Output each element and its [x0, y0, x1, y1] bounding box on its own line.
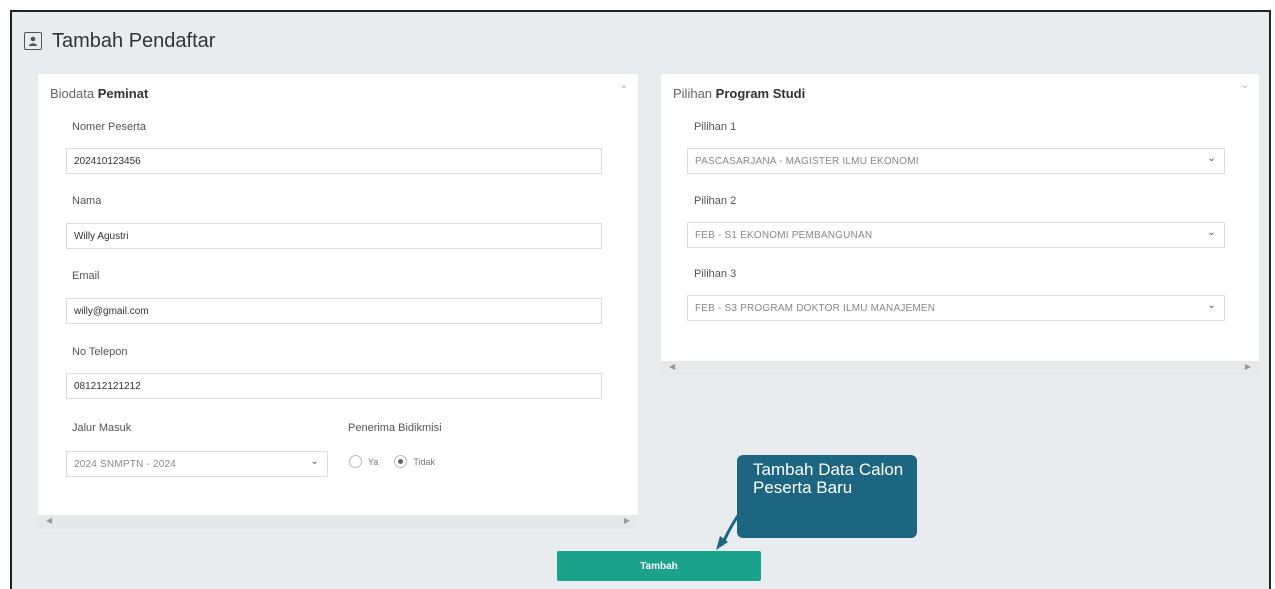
pilihan-1-select[interactable]: PASCASARJANA - MAGISTER ILMU EKONOMI ⌄ — [687, 148, 1225, 174]
scroll-right-icon[interactable]: ▶ — [624, 516, 630, 525]
telepon-label: No Telepon — [72, 346, 128, 358]
page-header: Tambah Pendaftar — [24, 27, 215, 55]
pilihan-2-label: Pilihan 2 — [694, 195, 737, 207]
bidikmisi-label: Penerima Bidikmisi — [348, 422, 442, 434]
radio-ya[interactable] — [349, 455, 362, 468]
nomer-peserta-label: Nomer Peserta — [72, 121, 146, 133]
chevron-down-icon[interactable]: ⌄ — [1241, 80, 1249, 91]
prodi-panel-title: Pilihan Program Studi — [673, 86, 806, 101]
pilihan-3-label: Pilihan 3 — [694, 268, 737, 280]
email-input[interactable]: willy@gmail.com — [66, 298, 602, 324]
chevron-down-icon: ⌄ — [1207, 300, 1216, 311]
user-card-icon — [24, 32, 42, 50]
pilihan-3-select[interactable]: FEB - S3 PROGRAM DOKTOR ILMU MANAJEMEN ⌄ — [687, 295, 1225, 321]
scroll-left-icon[interactable]: ◀ — [46, 516, 52, 525]
nomer-peserta-input[interactable]: 202410123456 — [66, 148, 602, 174]
scroll-right-icon[interactable]: ▶ — [1245, 362, 1251, 371]
pilihan-1-label: Pilihan 1 — [694, 121, 737, 133]
biodata-horizontal-scrollbar[interactable]: ◀ ▶ — [38, 515, 638, 529]
email-label: Email — [72, 270, 100, 282]
chevron-down-icon: ⌄ — [1207, 153, 1216, 164]
nama-label: Nama — [72, 195, 102, 207]
chevron-down-icon: ⌄ — [1207, 227, 1216, 238]
biodata-panel: Biodata Peminat ⌄ — [38, 74, 638, 515]
chevron-down-icon[interactable]: ⌄ — [620, 80, 628, 91]
jalur-masuk-select[interactable]: 2024 SNMPTN - 2024 ⌄ — [66, 451, 328, 477]
pilihan-2-select[interactable]: FEB - S1 EKONOMI PEMBANGUNAN ⌄ — [687, 222, 1225, 248]
jalur-masuk-label: Jalur Masuk — [72, 422, 132, 434]
page-title: Tambah Pendaftar — [52, 29, 216, 52]
scroll-left-icon[interactable]: ◀ — [669, 362, 675, 371]
radio-tidak-label: Tidak — [413, 456, 436, 467]
telepon-input[interactable]: 081212121212 — [66, 373, 602, 399]
biodata-panel-title: Biodata Peminat — [50, 86, 149, 101]
callout-tooltip: Tambah Data Calon Peserta Baru — [737, 455, 917, 538]
radio-tidak[interactable] — [394, 455, 408, 468]
prodi-horizontal-scrollbar[interactable]: ◀ ▶ — [661, 361, 1259, 375]
nama-input[interactable]: Willy Agustri — [66, 223, 602, 249]
bidikmisi-radio-group: Ya Tidak — [349, 455, 435, 468]
chevron-down-icon: ⌄ — [310, 456, 319, 467]
radio-ya-label: Ya — [368, 456, 379, 467]
